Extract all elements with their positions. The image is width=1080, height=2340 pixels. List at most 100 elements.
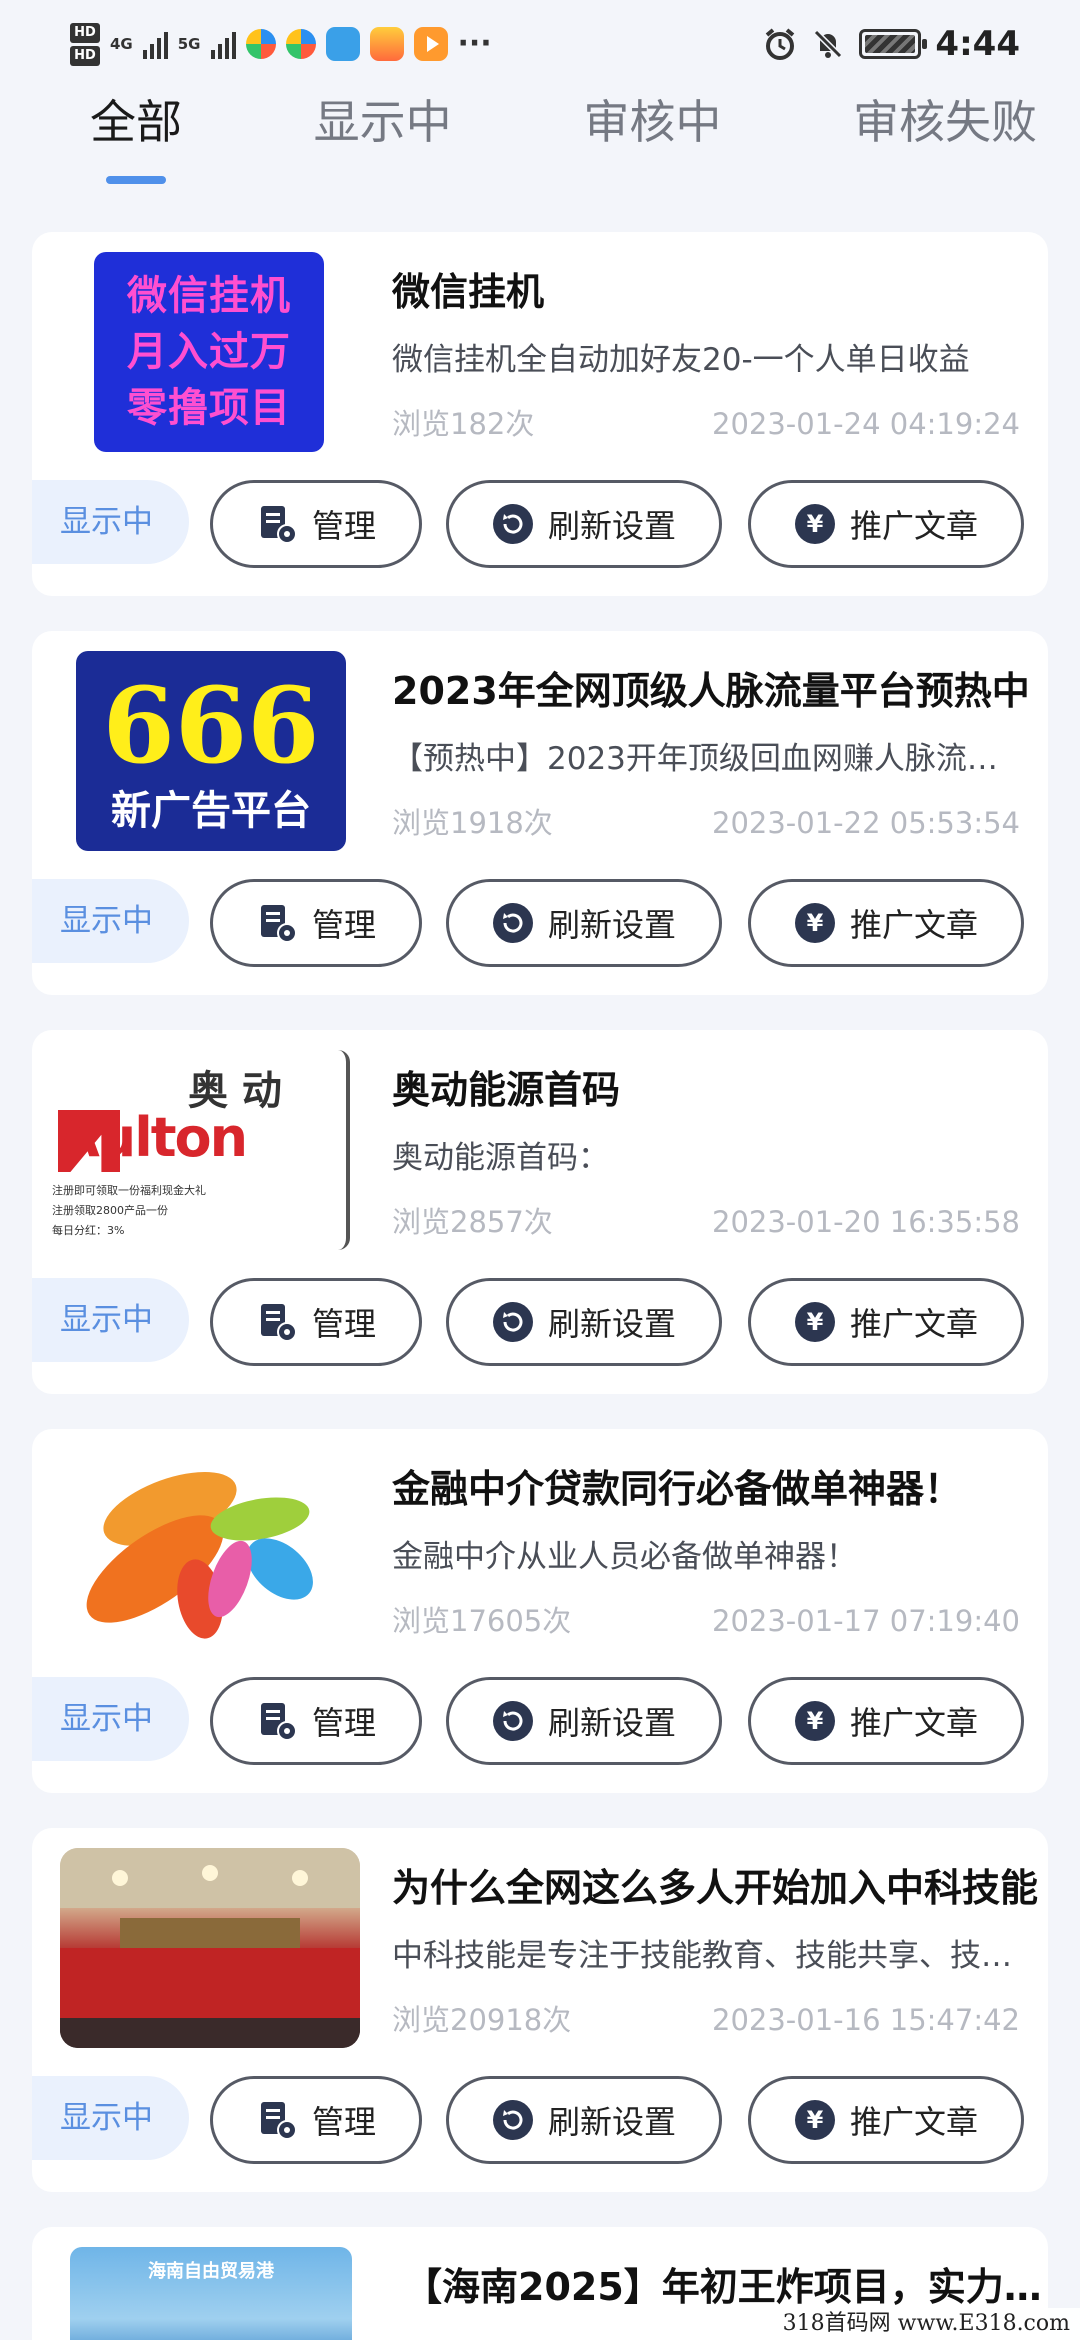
publish-date: 2023-01-22 05:53:54 — [712, 806, 1020, 840]
tab-label: 审核中 — [583, 95, 722, 149]
refresh-settings-button[interactable]: 刷新设置 — [446, 2076, 722, 2164]
article-thumbnail: 海南自由贸易港 — [70, 2247, 352, 2340]
status-badge: 显示中 — [32, 1278, 189, 1362]
manage-button[interactable]: 管理 — [210, 1677, 422, 1765]
hd-indicator: HD HD — [70, 22, 100, 66]
article-card[interactable]: 奥 动 Aulton 注册即可领取一份福利现金大礼 注册领取2800产品一份 每… — [32, 1030, 1048, 1394]
tab-review-failed[interactable]: 审核失败 — [853, 92, 1037, 192]
svg-text:¥: ¥ — [807, 1308, 824, 1336]
yen-icon: ¥ — [794, 903, 835, 943]
promote-button-label: 推广文章 — [849, 2103, 978, 2141]
refresh-icon — [492, 903, 533, 943]
publish-date: 2023-01-17 07:19:40 — [712, 1604, 1020, 1638]
clock-time: 4:44 — [935, 24, 1020, 64]
promote-button-label: 推广文章 — [849, 1704, 978, 1742]
yen-icon: ¥ — [794, 504, 835, 544]
manage-button[interactable]: 管理 — [210, 2076, 422, 2164]
svg-text:¥: ¥ — [807, 510, 824, 538]
tab-all[interactable]: 全部 — [90, 92, 182, 192]
view-count: 浏览2857次 — [392, 1205, 553, 1239]
svg-text:¥: ¥ — [807, 1707, 824, 1735]
promote-button-label: 推广文章 — [849, 507, 978, 545]
promote-article-button[interactable]: ¥ 推广文章 — [748, 480, 1024, 568]
article-card[interactable]: 666 新广告平台 2023年全网顶级人脉流量平台预热中 【预热中】2023开年… — [32, 631, 1048, 995]
signal-bars-icon — [142, 29, 168, 59]
app-notification-icon — [245, 29, 276, 59]
mute-bell-icon — [814, 29, 843, 59]
network-5g-label: 5G — [177, 35, 201, 53]
svg-text:¥: ¥ — [807, 2106, 824, 2134]
site-watermark: 318首码网 www.E318.com — [772, 2308, 1080, 2340]
network-4g-label: 4G — [110, 35, 133, 53]
view-count: 浏览1918次 — [392, 806, 553, 840]
manage-icon — [260, 1304, 297, 1342]
promote-button-label: 推广文章 — [849, 906, 978, 944]
refresh-button-label: 刷新设置 — [547, 1305, 676, 1343]
manage-button-label: 管理 — [311, 1704, 376, 1742]
article-card[interactable]: 微信挂机 月入过万 零撸项目 微信挂机 微信挂机全自动加好友20-一个人单日收益… — [32, 232, 1048, 596]
tab-under-review[interactable]: 审核中 — [583, 92, 721, 192]
status-bar: HD HD 4G 5G ··· 4:44 — [0, 0, 1080, 88]
status-bar-left: HD HD 4G 5G ··· — [70, 22, 492, 66]
status-badge: 显示中 — [32, 879, 189, 963]
article-title[interactable]: 金融中介贷款同行必备做单神器！ — [392, 1459, 1048, 1519]
battery-icon — [859, 29, 928, 59]
promote-article-button[interactable]: ¥ 推广文章 — [748, 1278, 1024, 1366]
signal-bars-icon — [210, 29, 236, 59]
article-title[interactable]: 为什么全网这么多人开始加入中科技能 — [392, 1858, 1048, 1918]
article-thumbnail: 666 新广告平台 — [76, 651, 346, 851]
manage-button[interactable]: 管理 — [210, 879, 422, 967]
thumbnail-text: Aulton — [58, 1106, 248, 1169]
svg-text:¥: ¥ — [807, 909, 824, 937]
article-thumbnail: 奥 动 Aulton 注册即可领取一份福利现金大礼 注册领取2800产品一份 每… — [38, 1050, 350, 1250]
article-title[interactable]: 微信挂机 — [392, 262, 1048, 322]
manage-button[interactable]: 管理 — [210, 1278, 422, 1366]
refresh-settings-button[interactable]: 刷新设置 — [446, 879, 722, 967]
yen-icon: ¥ — [794, 1302, 835, 1342]
hd-label-1: HD — [70, 22, 100, 43]
manage-button-label: 管理 — [311, 1305, 376, 1343]
manage-button-label: 管理 — [311, 507, 376, 545]
status-badge: 显示中 — [32, 480, 189, 564]
promote-article-button[interactable]: ¥ 推广文章 — [748, 879, 1024, 967]
video-app-notification-icon — [413, 27, 448, 61]
manage-button-label: 管理 — [311, 2103, 376, 2141]
article-title[interactable]: 奥动能源首码 — [392, 1060, 1048, 1120]
refresh-button-label: 刷新设置 — [547, 507, 676, 545]
refresh-settings-button[interactable]: 刷新设置 — [446, 1677, 722, 1765]
publish-date: 2023-01-20 16:35:58 — [712, 1205, 1020, 1239]
article-description: 中科技能是专注于技能教育、技能共享、技能变现 — [392, 1938, 1012, 1974]
thumbnail-text: 每日分红：3% — [52, 1224, 125, 1237]
refresh-settings-button[interactable]: 刷新设置 — [446, 480, 722, 568]
tab-label: 显示中 — [313, 95, 452, 149]
status-bar-right: 4:44 — [763, 24, 1020, 64]
article-card[interactable]: 为什么全网这么多人开始加入中科技能 中科技能是专注于技能教育、技能共享、技能变现… — [32, 1828, 1048, 2192]
promote-article-button[interactable]: ¥ 推广文章 — [748, 2076, 1024, 2164]
article-title[interactable]: 2023年全网顶级人脉流量平台预热中 — [392, 661, 1048, 721]
manage-icon — [260, 506, 297, 544]
game-app-notification-icon — [369, 27, 404, 61]
manage-icon — [260, 905, 297, 943]
thumbnail-text: 注册即可领取一份福利现金大礼 — [52, 1184, 206, 1197]
thumbnail-text: 新广告平台 — [111, 788, 311, 834]
yen-icon: ¥ — [794, 2100, 835, 2140]
refresh-icon — [492, 504, 533, 544]
article-description: 微信挂机全自动加好友20-一个人单日收益 — [392, 342, 970, 378]
yen-icon: ¥ — [794, 1701, 835, 1741]
promote-button-label: 推广文章 — [849, 1305, 978, 1343]
filter-tabs: 全部 显示中 审核中 审核失败 — [0, 92, 1080, 192]
tab-label: 审核失败 — [852, 95, 1037, 149]
alarm-icon — [766, 28, 795, 60]
manage-button[interactable]: 管理 — [210, 480, 422, 568]
publish-date: 2023-01-16 15:47:42 — [712, 2003, 1020, 2037]
promote-article-button[interactable]: ¥ 推广文章 — [748, 1677, 1024, 1765]
refresh-settings-button[interactable]: 刷新设置 — [446, 1278, 722, 1366]
article-card[interactable]: 金融中介贷款同行必备做单神器！ 金融中介从业人员必备做单神器！ 浏览17605次… — [32, 1429, 1048, 1793]
article-thumbnail: 微信挂机 月入过万 零撸项目 — [94, 252, 324, 452]
article-description: 【预热中】2023开年顶级回血网赚人脉流量平台 — [392, 741, 1012, 777]
status-badge: 显示中 — [32, 2076, 189, 2160]
thumbnail-text: 月入过万 — [127, 329, 291, 375]
tab-showing[interactable]: 显示中 — [314, 92, 452, 192]
refresh-icon — [492, 1701, 533, 1741]
status-badge: 显示中 — [32, 1677, 189, 1761]
